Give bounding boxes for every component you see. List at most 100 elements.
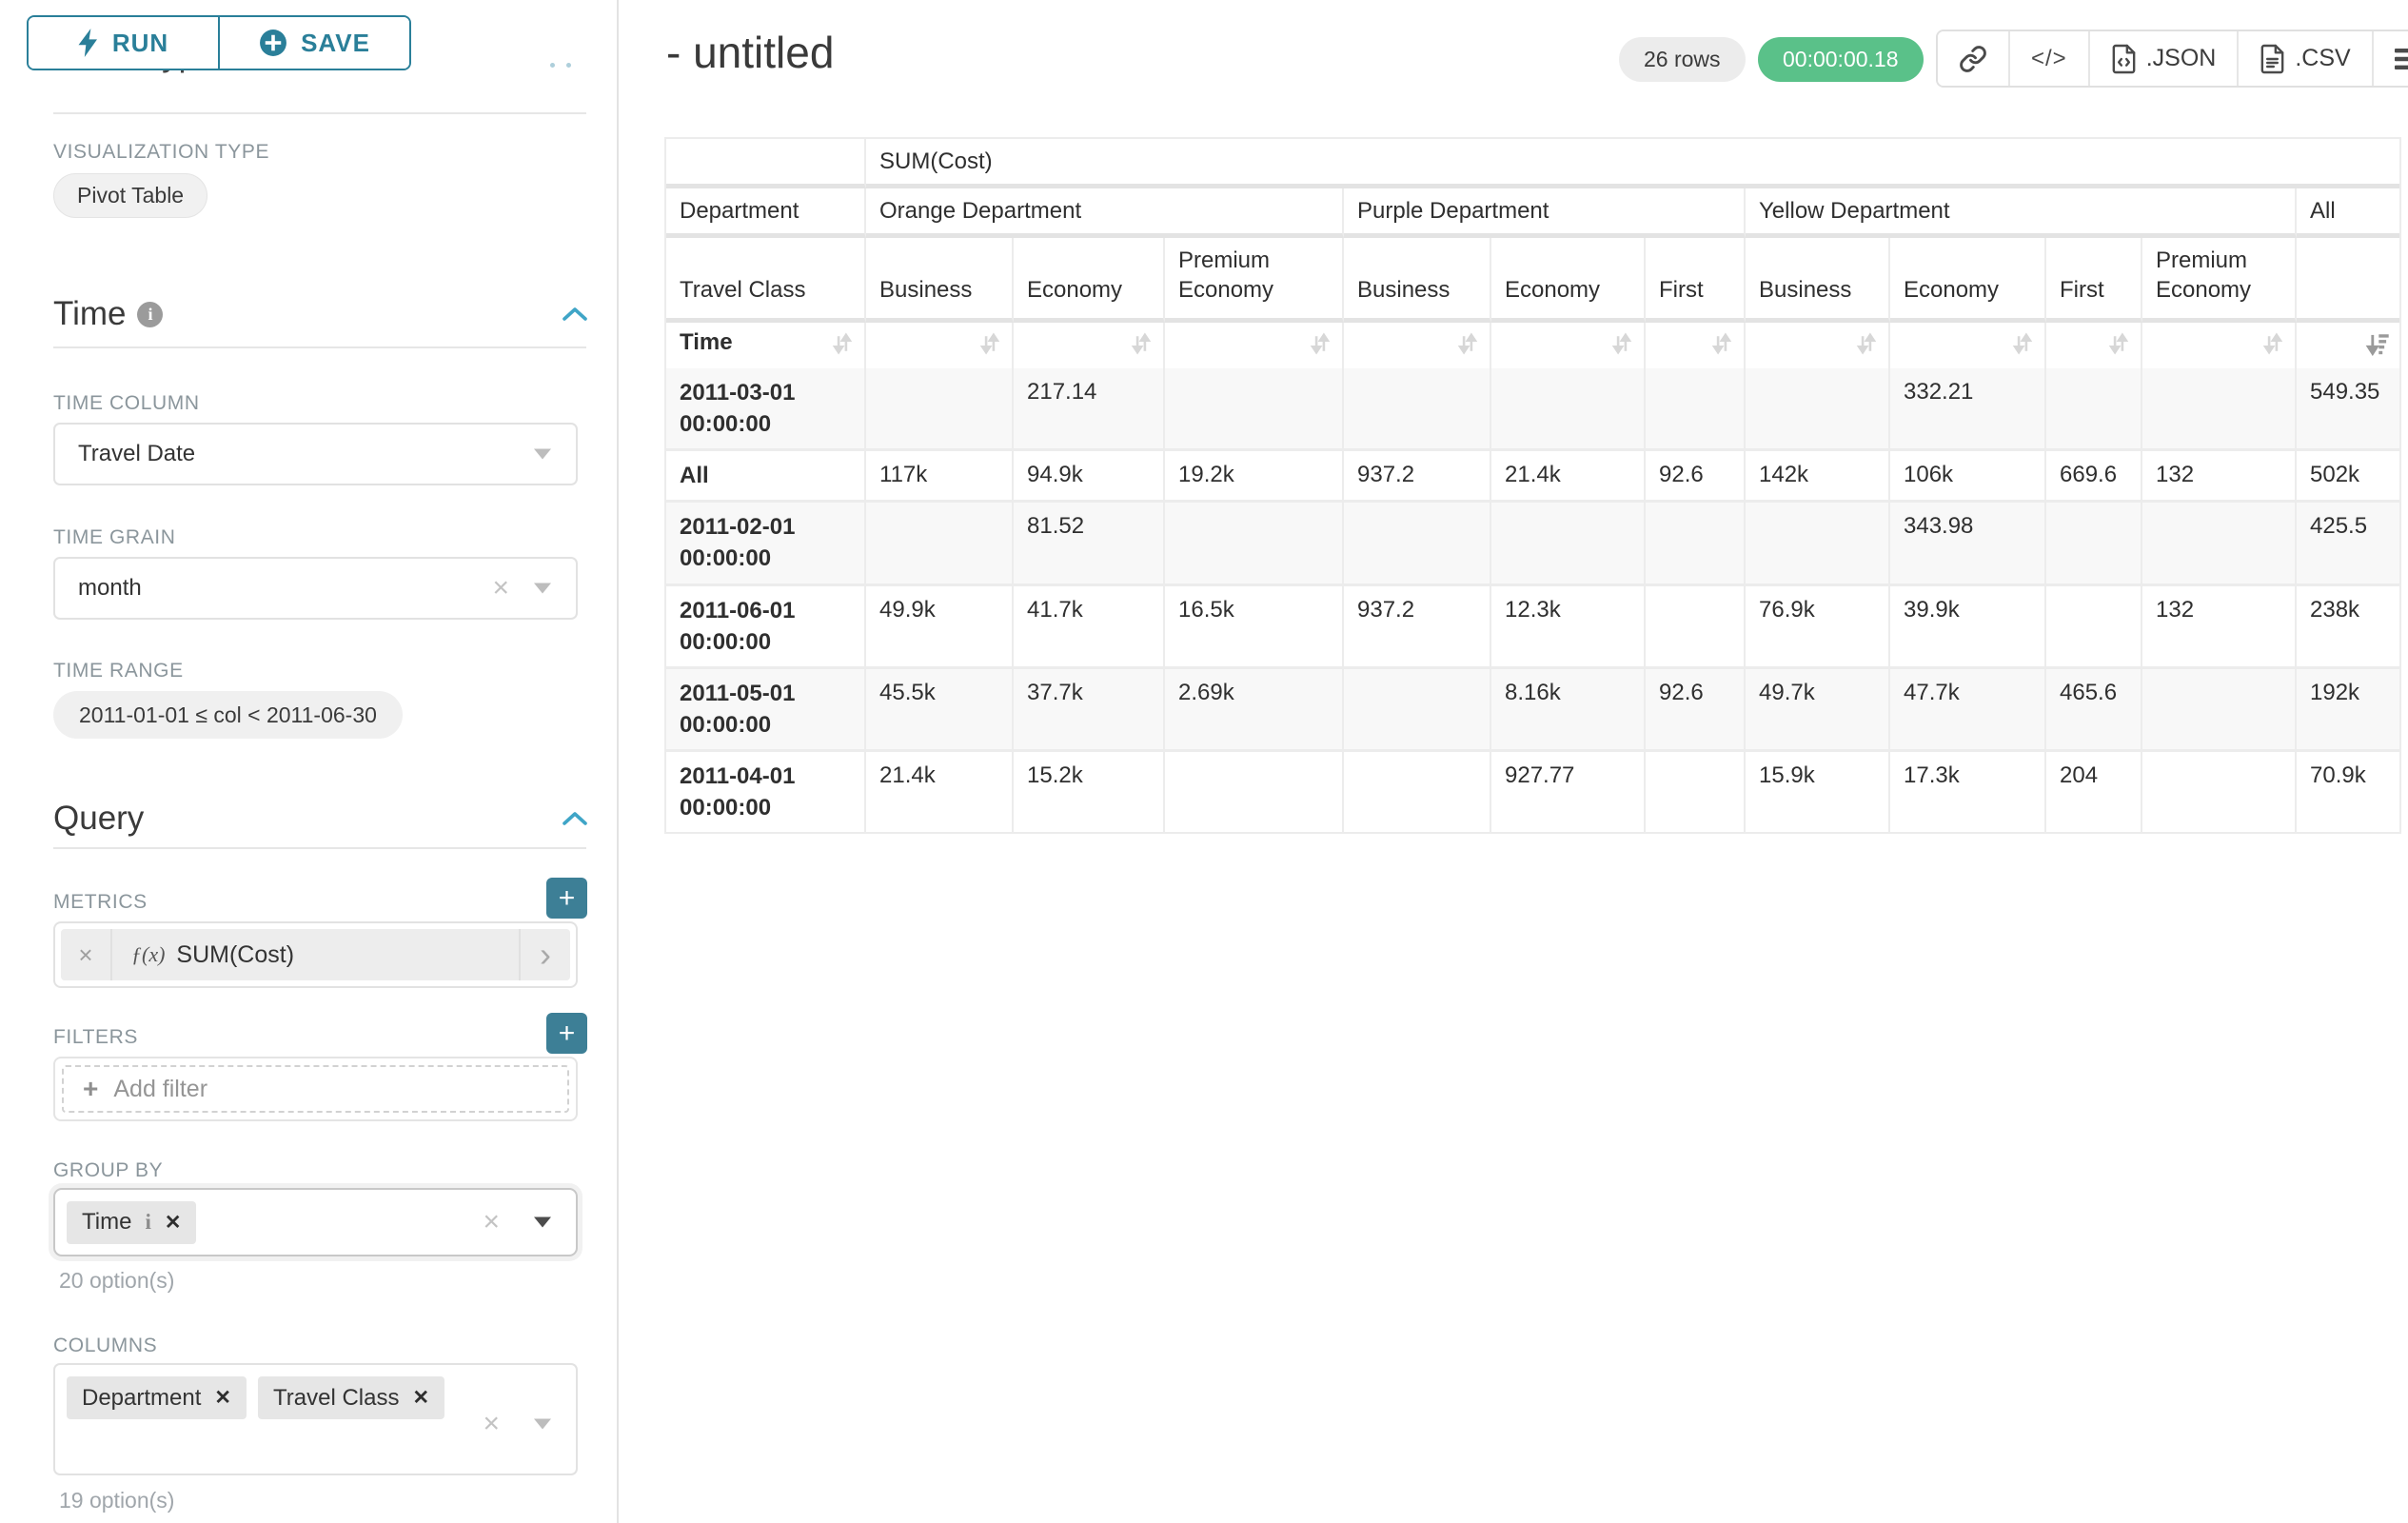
value-cell: 15.9k xyxy=(1746,752,1890,832)
dimension-tag[interactable]: Department✕ xyxy=(67,1376,247,1419)
export-csv-button[interactable]: .CSV xyxy=(2237,31,2371,86)
sort-icon[interactable] xyxy=(1455,331,1480,363)
time-range-pill[interactable]: 2011-01-01 ≤ col < 2011-06-30 xyxy=(53,691,403,739)
value-cell: 70.9k xyxy=(2297,752,2399,832)
value-cell: 19.2k xyxy=(1165,451,1344,503)
expand-metric-icon[interactable]: › xyxy=(519,929,570,980)
metric-pill[interactable]: × ƒ(x) SUM(Cost) › xyxy=(61,929,570,980)
time-grain-select[interactable]: month × xyxy=(53,557,578,620)
add-metric-button[interactable]: + xyxy=(546,878,587,919)
view-query-button[interactable]: </> xyxy=(2008,31,2088,86)
collapse-chevron-icon[interactable] xyxy=(562,307,588,322)
column-header: Premium Economy xyxy=(1165,238,1344,323)
share-link-button[interactable] xyxy=(1938,31,2008,86)
value-cell: 92.6 xyxy=(1646,451,1746,503)
dimension-tag[interactable]: Travel Class✕ xyxy=(258,1376,444,1419)
metrics-label: METRICS xyxy=(53,891,148,914)
sort-icon[interactable] xyxy=(2010,331,2035,363)
remove-tag-icon[interactable]: ✕ xyxy=(412,1386,429,1410)
columns-options-count: 19 option(s) xyxy=(59,1488,174,1513)
export-json-button[interactable]: .JSON xyxy=(2088,31,2238,86)
time-grain-value: month xyxy=(55,575,142,602)
row-header-cell: 2011-05-01 00:00:00 xyxy=(666,669,866,752)
value-cell xyxy=(2046,368,2142,451)
value-cell: 49.7k xyxy=(1746,669,1890,752)
visualization-type-pill[interactable]: Pivot Table xyxy=(53,173,207,218)
json-file-icon xyxy=(2111,44,2137,74)
value-cell: 343.98 xyxy=(1890,503,2046,585)
sort-icon[interactable] xyxy=(977,331,1002,363)
group-by-select[interactable]: Timei ✕ × xyxy=(53,1188,578,1256)
value-cell: 2.69k xyxy=(1165,669,1344,752)
csv-file-icon xyxy=(2260,44,2285,74)
run-button[interactable]: RUN xyxy=(29,17,218,69)
column-header: First xyxy=(1646,238,1746,323)
table-row: 2011-04-01 00:00:0021.4k15.2k927.7715.9k… xyxy=(666,752,2399,832)
value-cell xyxy=(1344,669,1491,752)
value-cell xyxy=(1165,368,1344,451)
sort-icon[interactable] xyxy=(1854,331,1879,363)
metric-name: SUM(Cost) xyxy=(176,941,294,969)
value-cell: 47.7k xyxy=(1890,669,2046,752)
add-filter-plus-button[interactable]: + xyxy=(546,1013,587,1054)
export-button-group: </> .JSON .CSV xyxy=(1936,30,2408,88)
info-icon[interactable]: i xyxy=(145,1210,150,1235)
value-cell xyxy=(1646,503,1746,585)
time-range-label: TIME RANGE xyxy=(53,660,184,682)
add-filter-button[interactable]: + Add filter xyxy=(62,1065,569,1113)
remove-tag-icon[interactable]: ✕ xyxy=(165,1211,182,1235)
value-cell xyxy=(2142,368,2297,451)
value-cell: 16.5k xyxy=(1165,586,1344,669)
menu-button[interactable] xyxy=(2372,31,2408,86)
chart-title[interactable]: - untitled xyxy=(666,27,834,78)
value-cell xyxy=(1646,586,1746,669)
sort-icon[interactable] xyxy=(2260,331,2285,363)
clear-icon[interactable]: × xyxy=(483,1410,500,1438)
sort-icon[interactable] xyxy=(2106,331,2131,363)
time-column-label: TIME COLUMN xyxy=(53,392,200,415)
group-by-options-count: 20 option(s) xyxy=(59,1268,174,1294)
columns-select[interactable]: Department✕ Travel Class✕ × xyxy=(53,1363,578,1475)
remove-metric-icon[interactable]: × xyxy=(61,929,112,980)
info-icon[interactable]: i xyxy=(137,302,163,327)
row-header-cell: 2011-02-01 00:00:00 xyxy=(666,503,866,585)
table-row: 2011-02-01 00:00:0081.52343.98425.5 xyxy=(666,503,2399,585)
sort-icon[interactable] xyxy=(1709,331,1734,363)
value-cell xyxy=(1646,752,1746,832)
value-cell xyxy=(1491,368,1646,451)
time-column-select[interactable]: Travel Date xyxy=(53,423,578,485)
value-cell: 76.9k xyxy=(1746,586,1890,669)
time-grain-label: TIME GRAIN xyxy=(53,526,176,549)
remove-tag-icon[interactable]: ✕ xyxy=(214,1386,231,1410)
value-cell xyxy=(866,503,1014,585)
query-section-header: Query xyxy=(53,800,144,838)
value-cell: 132 xyxy=(2142,451,2297,503)
sort-icon[interactable] xyxy=(1609,331,1634,363)
sort-icon[interactable] xyxy=(1308,331,1332,363)
row-header-cell: 2011-06-01 00:00:00 xyxy=(666,586,866,669)
run-label: RUN xyxy=(112,29,168,58)
clear-icon[interactable]: × xyxy=(483,1208,500,1236)
collapse-chevron-icon[interactable] xyxy=(562,811,588,826)
json-label: .JSON xyxy=(2146,45,2217,72)
chevron-down-icon xyxy=(534,583,551,594)
value-cell: 217.14 xyxy=(1014,368,1165,451)
add-filter-label: Add filter xyxy=(113,1076,207,1103)
group-by-label: GROUP BY xyxy=(53,1159,163,1182)
sort-icon[interactable] xyxy=(1129,331,1154,363)
lightning-icon xyxy=(78,29,99,57)
value-cell: 92.6 xyxy=(1646,669,1746,752)
sort-icon[interactable] xyxy=(830,331,855,363)
time-section-title: Time xyxy=(53,295,126,333)
table-row: 2011-06-01 00:00:0049.9k41.7k16.5k937.21… xyxy=(666,586,2399,669)
sort-desc-icon[interactable] xyxy=(2365,331,2390,363)
plus-icon: + xyxy=(83,1074,98,1104)
clear-icon[interactable]: × xyxy=(492,574,509,603)
value-cell xyxy=(2142,752,2297,832)
save-button[interactable]: SAVE xyxy=(218,17,409,69)
dimension-tag[interactable]: Timei ✕ xyxy=(67,1201,196,1244)
tag-label: Time xyxy=(82,1209,131,1236)
row-header-cell: All xyxy=(666,451,866,503)
columns-label: COLUMNS xyxy=(53,1335,157,1357)
time-section-header: Time i xyxy=(53,295,163,333)
